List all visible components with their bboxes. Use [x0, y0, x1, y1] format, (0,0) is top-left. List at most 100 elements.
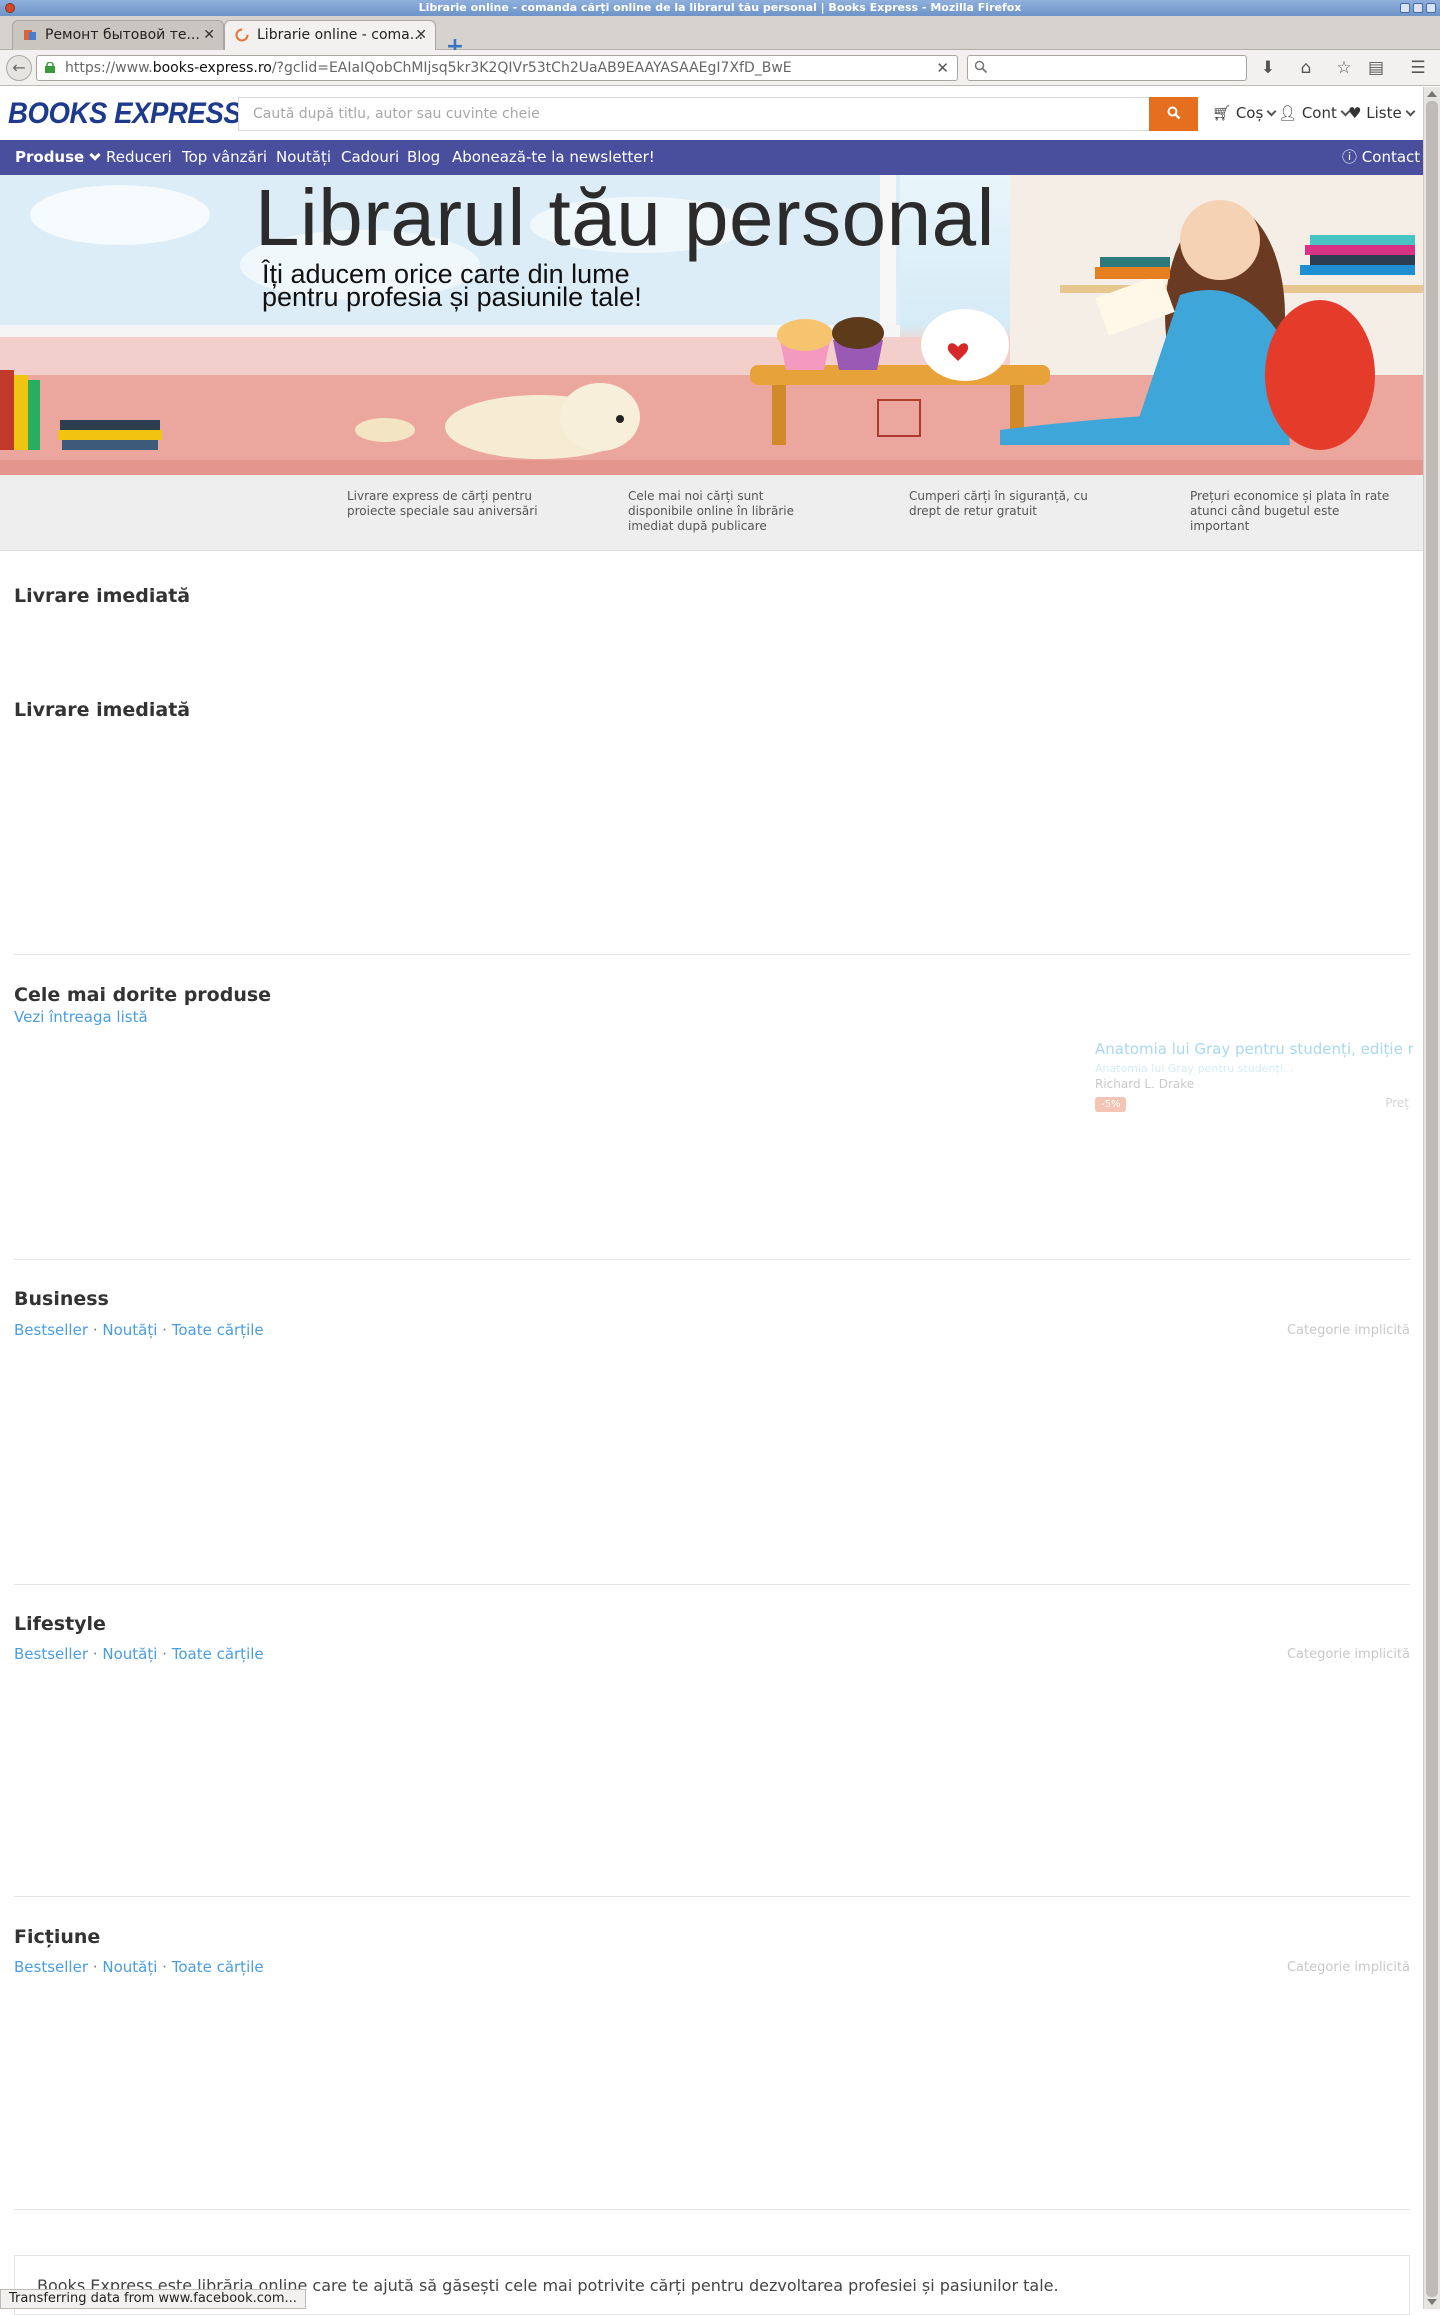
- account-menu[interactable]: 👤︎ Cont: [1278, 104, 1351, 122]
- contact-label: Contact: [1361, 148, 1421, 166]
- category-note: Categorie implicită: [1286, 1323, 1410, 1338]
- search-button[interactable]: [1149, 97, 1198, 131]
- section-title-livrare: Livrare imediată: [14, 585, 191, 607]
- toate-cartile-link[interactable]: Toate cărțile: [172, 1321, 264, 1339]
- section-divider: [14, 1584, 1410, 1585]
- lists-label: Liste: [1366, 104, 1402, 122]
- tab-repair[interactable]: Ремонт бытовой те... ✕: [12, 20, 224, 50]
- hero-banner[interactable]: Librarul tău personal Îți aducem orice c…: [0, 175, 1423, 475]
- window-menu-icon[interactable]: [5, 3, 15, 13]
- nav-produse[interactable]: Produse: [15, 140, 101, 175]
- download-icon[interactable]: ⬇: [1258, 58, 1278, 78]
- hero-title: Librarul tău personal: [255, 175, 995, 262]
- window-title: Librarie online - comanda cărți online d…: [418, 1, 1022, 14]
- back-button[interactable]: ←: [6, 55, 32, 81]
- site-header: BOOKS EXPRESS 🛒︎ Coș 👤︎ Cont ♥ Liste: [0, 87, 1423, 139]
- link-separator: ·: [162, 1958, 167, 1976]
- noutati-link[interactable]: Noutăți: [102, 1958, 157, 1976]
- hero-subtitle: Îți aducem orice carte din lume pentru p…: [262, 259, 642, 312]
- bestseller-link[interactable]: Bestseller: [14, 1321, 88, 1339]
- account-label: Cont: [1301, 104, 1337, 122]
- section-divider: [14, 954, 1410, 955]
- chevron-down-icon: [89, 149, 101, 161]
- category-note: Categorie implicită: [1286, 1647, 1410, 1662]
- site-search: [238, 97, 1198, 131]
- user-icon: 👤︎: [1278, 104, 1298, 122]
- clear-url-icon[interactable]: ✕: [936, 56, 949, 80]
- link-separator: ·: [92, 1321, 98, 1339]
- tab-label: Ремонт бытовой те...: [45, 27, 200, 43]
- info-icon: ⓘ: [1342, 148, 1358, 166]
- toate-cartile-link[interactable]: Toate cărțile: [172, 1645, 264, 1663]
- feature-express-delivery: Livrare express de cărți pentru proiecte…: [347, 489, 538, 518]
- bestseller-link[interactable]: Bestseller: [14, 1645, 88, 1663]
- tab-strip: Ремонт бытовой те... ✕ Librarie online -…: [0, 16, 1440, 58]
- section-title-lifestyle: Lifestyle: [14, 1613, 106, 1635]
- home-icon[interactable]: ⌂: [1296, 58, 1316, 78]
- scroll-up-icon[interactable]: [1427, 91, 1437, 97]
- url-bar[interactable]: https://www.books-express.ro/?gclid=EAIa…: [36, 55, 958, 81]
- reading-list-icon[interactable]: ▤: [1366, 58, 1386, 78]
- nav-noutati[interactable]: Noutăți: [276, 140, 331, 175]
- search-input[interactable]: [238, 97, 1150, 131]
- section-links-dorite: Vezi întreaga listă: [14, 1008, 148, 1026]
- toate-cartile-link[interactable]: Toate cărțile: [172, 1958, 264, 1976]
- feature-installments: Prețuri economice și plata în rate atunc…: [1190, 489, 1390, 533]
- maximize-button[interactable]: [1413, 3, 1423, 13]
- nav-reduceri[interactable]: Reduceri: [106, 140, 172, 175]
- url-rest: /?gclid=EAIaIQobChMIjsq5kr3K2QIVr53tCh2U…: [271, 60, 792, 76]
- section-title-business: Business: [14, 1288, 109, 1310]
- url-host: books-express.ro: [152, 60, 272, 76]
- bookmark-star-icon[interactable]: ☆: [1334, 58, 1354, 78]
- product-title: Anatomia lui Gray pentru studenți, ediți…: [1095, 1040, 1413, 1058]
- cart-icon: 🛒︎: [1212, 104, 1232, 122]
- section-divider: [14, 1259, 1410, 1260]
- page-scrollbar[interactable]: [1423, 87, 1440, 2309]
- lists-menu[interactable]: ♥ Liste: [1348, 104, 1416, 122]
- bestseller-link[interactable]: Bestseller: [14, 1958, 88, 1976]
- search-icon: [1167, 106, 1180, 119]
- close-tab-icon[interactable]: ✕: [415, 21, 427, 49]
- search-icon: [974, 60, 988, 74]
- feature-new-books: Cele mai noi cărți sunt disponibile onli…: [628, 489, 794, 533]
- product-price-label: Preț: [1385, 1096, 1409, 1110]
- product-card-fading[interactable]: Anatomia lui Gray pentru studenți, ediți…: [1095, 1040, 1413, 1112]
- scrollbar-thumb[interactable]: [1426, 101, 1438, 2297]
- cart-menu[interactable]: 🛒︎ Coș: [1212, 104, 1277, 122]
- hamburger-menu-icon[interactable]: ☰: [1408, 58, 1428, 78]
- section-links-lifestyle: Bestseller · Noutăți · Toate cărțile: [14, 1645, 264, 1663]
- features-strip: Livrare express de cărți pentru proiecte…: [0, 475, 1423, 551]
- section-links-business: Bestseller · Noutăți · Toate cărțile: [14, 1321, 264, 1339]
- noutati-link[interactable]: Noutăți: [102, 1321, 157, 1339]
- window-titlebar: Librarie online - comanda cărți online d…: [0, 0, 1440, 16]
- lock-icon: [45, 62, 55, 73]
- discount-badge: -5%: [1095, 1097, 1127, 1112]
- browser-search-field[interactable]: [967, 55, 1247, 81]
- link-separator: ·: [92, 1958, 98, 1976]
- nav-cadouri[interactable]: Cadouri: [341, 140, 399, 175]
- scroll-down-icon[interactable]: [1427, 2299, 1437, 2305]
- section-title-fictiune: Ficțiune: [14, 1926, 101, 1948]
- tab-books-express[interactable]: Librarie online - coma... ✕: [224, 20, 436, 50]
- category-note: Categorie implicită: [1286, 1960, 1410, 1975]
- url-prefix: https://www.: [65, 60, 153, 76]
- nav-contact[interactable]: ⓘ Contact: [1342, 140, 1420, 175]
- status-bar: Transferring data from www.facebook.com.…: [0, 2289, 306, 2309]
- heart-icon: ♥: [1348, 104, 1362, 122]
- link-separator: ·: [92, 1645, 98, 1663]
- nav-newsletter[interactable]: Abonează-te la newsletter!: [452, 140, 655, 175]
- minimize-button[interactable]: [1400, 3, 1410, 13]
- chevron-down-icon: [1405, 106, 1416, 117]
- nav-top-vanzari[interactable]: Top vânzări: [182, 140, 267, 175]
- noutati-link[interactable]: Noutăți: [102, 1645, 157, 1663]
- tab-label: Librarie online - coma...: [257, 27, 424, 43]
- nav-blog[interactable]: Blog: [407, 140, 440, 175]
- chevron-down-icon: [1266, 106, 1277, 117]
- view-full-list-link[interactable]: Vezi întreaga listă: [14, 1008, 148, 1026]
- close-window-button[interactable]: [1426, 3, 1436, 13]
- link-separator: ·: [162, 1645, 167, 1663]
- section-divider: [14, 1896, 1410, 1897]
- close-tab-icon[interactable]: ✕: [203, 21, 215, 49]
- books-express-logo[interactable]: BOOKS EXPRESS: [8, 97, 242, 131]
- product-author: Richard L. Drake: [1095, 1077, 1195, 1091]
